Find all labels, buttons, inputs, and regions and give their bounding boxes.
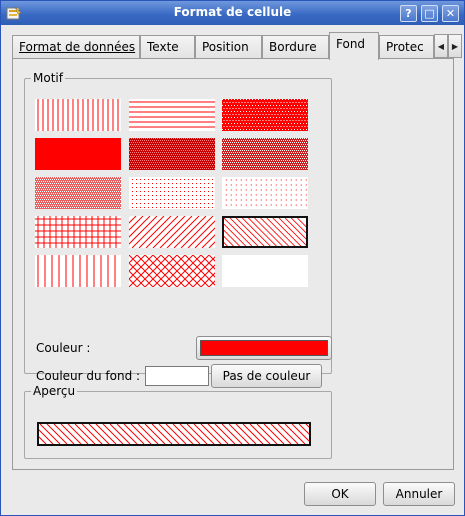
motif-title: Motif (31, 71, 65, 85)
pattern-swatch-horizontal-lines[interactable] (129, 99, 215, 131)
fond-tab-panel: Motif Couleur : Couleur du fond : Pas de… (12, 58, 454, 470)
pattern-swatch-dense-dots-2[interactable] (129, 138, 215, 170)
pattern-swatch-diagonal-cross[interactable] (129, 255, 215, 287)
no-color-label: Pas de couleur (222, 369, 311, 383)
tab-position[interactable]: Position (195, 35, 262, 59)
color-swatch (200, 340, 328, 356)
tab-format-de-donnees[interactable]: Format de données (12, 35, 140, 59)
pattern-swatch-solid[interactable] (35, 138, 121, 170)
tab-label: Protec (386, 40, 424, 54)
no-color-button[interactable]: Pas de couleur (211, 364, 322, 388)
scroll-left-icon[interactable]: ◀ (434, 34, 448, 58)
pattern-swatch-fine-dots[interactable] (129, 177, 215, 209)
pattern-color-button[interactable] (196, 336, 332, 360)
close-button[interactable]: ✕ (442, 5, 459, 22)
pattern-swatch-dense-dots[interactable] (222, 99, 308, 131)
tab-label: Position (202, 40, 249, 54)
tab-bar: Format de données Texte Position Bordure… (12, 32, 462, 60)
scroll-right-icon[interactable]: ▶ (448, 34, 462, 58)
tab-scroll-arrows: ◀ ▶ (434, 34, 462, 58)
maximize-button[interactable]: □ (421, 5, 438, 22)
pattern-swatch-vertical-lines[interactable] (35, 99, 121, 131)
pattern-swatch-sparse-dots[interactable] (35, 177, 121, 209)
tab-label: Fond (336, 37, 366, 51)
motif-group: Motif Couleur : Couleur du fond : Pas de… (24, 71, 332, 388)
preview-swatch (37, 422, 311, 446)
pattern-swatch-vertical-lines-wide[interactable] (35, 255, 121, 287)
tab-label: Format de données (19, 40, 136, 54)
pattern-swatch-medium-dots[interactable] (222, 138, 308, 170)
background-color-swatch[interactable] (145, 366, 209, 386)
tab-label: Texte (147, 40, 179, 54)
apercu-title: Aperçu (31, 384, 78, 398)
pattern-swatch-diagonal-forward[interactable] (129, 216, 215, 248)
ok-button[interactable]: OK (304, 482, 376, 506)
apercu-group: Aperçu (24, 384, 332, 459)
pattern-swatch-diagonal-back[interactable] (222, 216, 308, 248)
tab-protection[interactable]: Protec (379, 35, 434, 59)
pattern-swatch-grid[interactable] (35, 216, 121, 248)
pattern-swatch-very-fine-dots[interactable] (222, 177, 308, 209)
tab-bordure[interactable]: Bordure (262, 35, 329, 59)
ok-label: OK (331, 487, 349, 501)
help-button[interactable]: ? (400, 5, 417, 22)
tab-label: Bordure (269, 40, 317, 54)
couleur-label: Couleur : (36, 341, 91, 355)
cancel-label: Annuler (395, 487, 443, 501)
tab-texte[interactable]: Texte (140, 35, 195, 59)
window-title: Format de cellule (173, 5, 292, 19)
couleur-fond-label: Couleur du fond : (36, 369, 141, 383)
cancel-button[interactable]: Annuler (383, 482, 455, 506)
title-bar[interactable]: Format de cellule ? □ ✕ (1, 1, 464, 25)
pattern-swatch-none[interactable] (222, 255, 308, 287)
tab-fond[interactable]: Fond (329, 32, 379, 60)
dialog-window: Format de cellule ? □ ✕ Format de donnée… (0, 0, 465, 516)
